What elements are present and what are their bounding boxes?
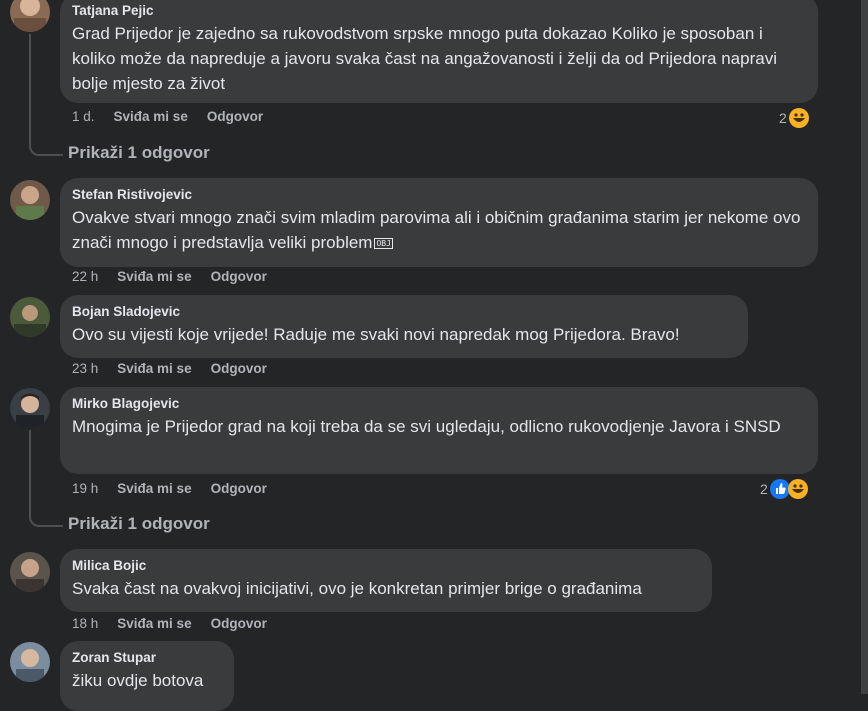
comment-actions: 19 h Sviđa mi se Odgovor (72, 481, 267, 496)
reply-button[interactable]: Odgovor (211, 361, 267, 376)
comment-bubble: Tatjana Pejic Grad Prijedor je zajedno s… (60, 0, 818, 103)
avatar[interactable] (10, 388, 50, 428)
comment-time[interactable]: 1 d. (72, 109, 95, 124)
reaction-summary[interactable]: 2 (760, 479, 808, 499)
reaction-count: 2 (779, 110, 787, 126)
comment-time[interactable]: 22 h (72, 269, 98, 284)
like-button[interactable]: Sviđa mi se (117, 481, 191, 496)
haha-emoji-icon (788, 108, 809, 128)
comment-bubble: Stefan Ristivojevic Ovakve stvari mnogo … (60, 178, 818, 267)
like-icon (769, 479, 790, 499)
reply-button[interactable]: Odgovor (211, 616, 267, 631)
reply-button[interactable]: Odgovor (211, 269, 267, 284)
comment-bubble: Milica Bojic Svaka čast na ovakvoj inici… (60, 549, 712, 612)
haha-emoji-icon (787, 479, 808, 499)
avatar[interactable] (10, 180, 50, 220)
reaction-count: 2 (760, 481, 768, 497)
comment-text: Svaka čast na ovakvoj inicijativi, ovo j… (72, 579, 642, 598)
comment-actions: 18 h Sviđa mi se Odgovor (72, 616, 267, 631)
avatar[interactable] (10, 552, 50, 592)
reply-button[interactable]: Odgovor (207, 109, 263, 124)
comment-text: Grad Prijedor je zajedno sa rukovodstvom… (72, 24, 777, 93)
comment-time[interactable]: 19 h (72, 481, 98, 496)
like-button[interactable]: Sviđa mi se (117, 616, 191, 631)
comment-actions: 1 d. Sviđa mi se Odgovor (72, 109, 263, 124)
comment-author[interactable]: Milica Bojic (72, 557, 700, 575)
comment-bubble: Bojan Sladojevic Ovo su vijesti koje vri… (60, 295, 748, 358)
show-replies-link[interactable]: Prikaži 1 odgovor (68, 514, 210, 534)
comment-text-wrap: Ovakve stvari mnogo znači svim mladim pa… (72, 205, 806, 256)
comment-actions: 22 h Sviđa mi se Odgovor (72, 269, 267, 284)
show-replies-link[interactable]: Prikaži 1 odgovor (68, 143, 210, 163)
comment-author[interactable]: Tatjana Pejic (72, 2, 806, 20)
comment-text: Ovo su vijesti koje vrijede! Raduje me s… (72, 325, 680, 344)
thread-line (29, 34, 63, 156)
avatar[interactable] (10, 0, 50, 32)
thread-line (29, 430, 63, 527)
scrollbar[interactable] (861, 0, 868, 694)
avatar[interactable] (10, 642, 50, 682)
reply-button[interactable]: Odgovor (211, 481, 267, 496)
obj-emoji: OBJ (374, 238, 393, 250)
like-button[interactable]: Sviđa mi se (114, 109, 188, 124)
comment-author[interactable]: Zoran Stupar (72, 649, 222, 667)
like-button[interactable]: Sviđa mi se (117, 269, 191, 284)
comment-author[interactable]: Bojan Sladojevic (72, 303, 736, 321)
comment-text: Mnogima je Prijedor grad na koji treba d… (72, 417, 781, 436)
comment-author[interactable]: Mirko Blagojevic (72, 395, 806, 413)
comment-time[interactable]: 23 h (72, 361, 98, 376)
like-button[interactable]: Sviđa mi se (117, 361, 191, 376)
comment-actions: 23 h Sviđa mi se Odgovor (72, 361, 267, 376)
comment-text: žiku ovdje botova (72, 671, 204, 690)
reaction-summary[interactable]: 2 (779, 108, 809, 128)
comment-bubble: Mirko Blagojevic Mnogima je Prijedor gra… (60, 387, 818, 474)
comment-author[interactable]: Stefan Ristivojevic (72, 186, 806, 204)
avatar[interactable] (10, 297, 50, 337)
comment-bubble: Zoran Stupar žiku ovdje botova (60, 641, 234, 711)
comment-time[interactable]: 18 h (72, 616, 98, 631)
comment-text: Ovakve stvari mnogo znači svim mladim pa… (72, 208, 801, 252)
